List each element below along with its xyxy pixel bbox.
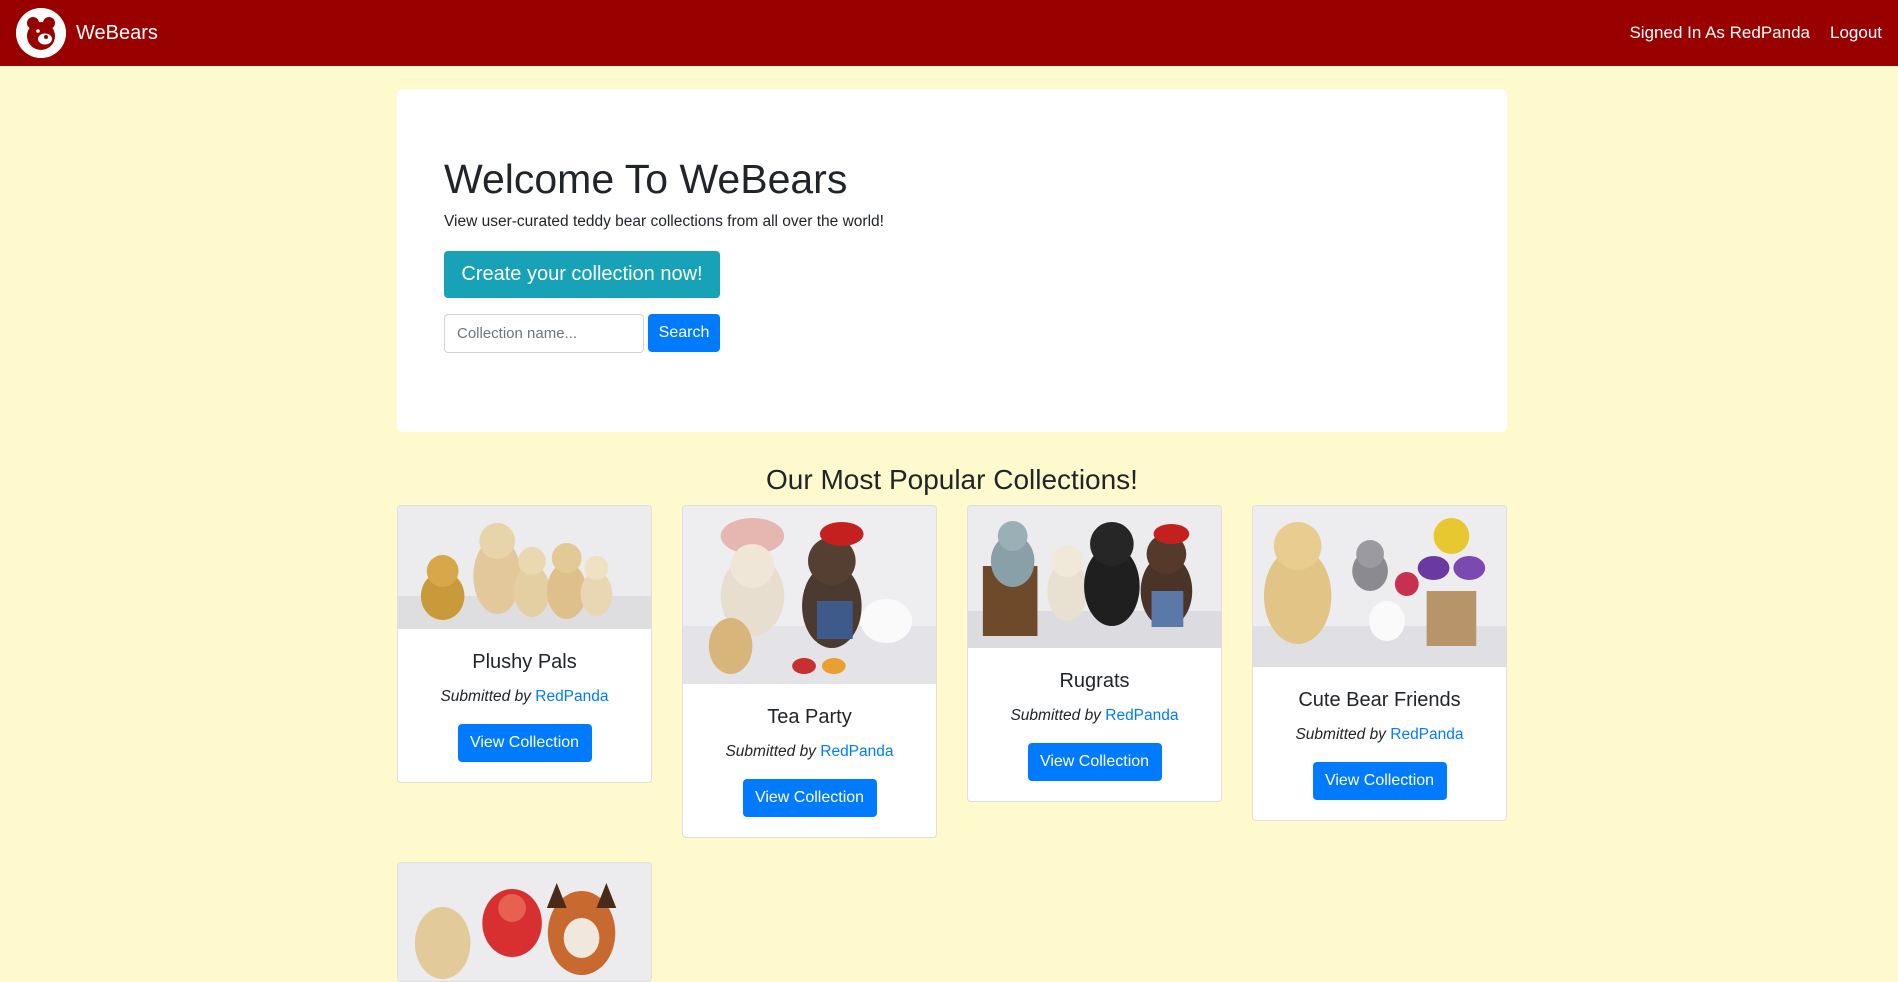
author-link[interactable]: RedPanda	[820, 743, 893, 760]
collection-submitted-by: Submitted by RedPanda	[968, 707, 1221, 725]
logout-link[interactable]: Logout	[1830, 23, 1882, 43]
signed-in-link[interactable]: Signed In As RedPanda	[1629, 23, 1810, 43]
nav-right: Signed In As RedPanda Logout	[1629, 23, 1882, 43]
collection-title: Tea Party	[767, 706, 852, 728]
collection-card: Cute Bear Friends Submitted by RedPanda …	[1252, 505, 1507, 821]
hero-subtitle: View user-curated teddy bear collections…	[444, 213, 884, 230]
submitted-by-label: Submitted by	[1010, 707, 1101, 724]
author-link[interactable]: RedPanda	[1105, 707, 1178, 724]
collection-submitted-by: Submitted by RedPanda	[1253, 726, 1506, 744]
hero-title: Welcome To WeBears	[444, 156, 848, 202]
author-link[interactable]: RedPanda	[535, 688, 608, 705]
collection-title: Plushy Pals	[472, 651, 577, 673]
collection-image[interactable]	[1253, 506, 1506, 667]
collection-title: Rugrats	[1059, 670, 1130, 692]
bear-logo-icon	[16, 8, 66, 58]
search-button[interactable]: Search	[648, 314, 720, 352]
collection-submitted-by: Submitted by RedPanda	[398, 688, 651, 706]
view-collection-button[interactable]: View Collection	[742, 779, 877, 817]
view-collection-button[interactable]: View Collection	[1312, 762, 1447, 800]
search-input[interactable]	[444, 314, 644, 353]
submitted-by-label: Submitted by	[440, 688, 531, 705]
view-collection-button[interactable]: View Collection	[1027, 743, 1162, 781]
collection-submitted-by: Submitted by RedPanda	[683, 743, 936, 761]
collection-card: Tea Party Submitted by RedPanda View Col…	[682, 505, 937, 838]
create-collection-button[interactable]: Create your collection now!	[444, 251, 720, 298]
collection-card: Rugrats Submitted by RedPanda View Colle…	[967, 505, 1222, 802]
submitted-by-label: Submitted by	[725, 743, 816, 760]
collection-image[interactable]	[398, 506, 651, 629]
view-collection-button[interactable]: View Collection	[457, 724, 592, 762]
collection-card: Plushy Pals Submitted by RedPanda View C…	[397, 505, 652, 783]
brand-link[interactable]: WeBears	[16, 8, 158, 58]
collection-image[interactable]	[968, 506, 1221, 648]
hero-jumbotron: Welcome To WeBears View user-curated ted…	[397, 89, 1507, 432]
popular-collections-title: Our Most Popular Collections!	[766, 464, 1138, 495]
brand-name: WeBears	[76, 21, 158, 44]
collection-image[interactable]	[398, 863, 651, 981]
submitted-by-label: Submitted by	[1295, 726, 1386, 743]
collection-card	[397, 862, 652, 982]
navbar: WeBears Signed In As RedPanda Logout	[0, 0, 1898, 66]
collection-title: Cute Bear Friends	[1298, 689, 1461, 711]
author-link[interactable]: RedPanda	[1390, 726, 1463, 743]
collection-image[interactable]	[683, 506, 936, 684]
